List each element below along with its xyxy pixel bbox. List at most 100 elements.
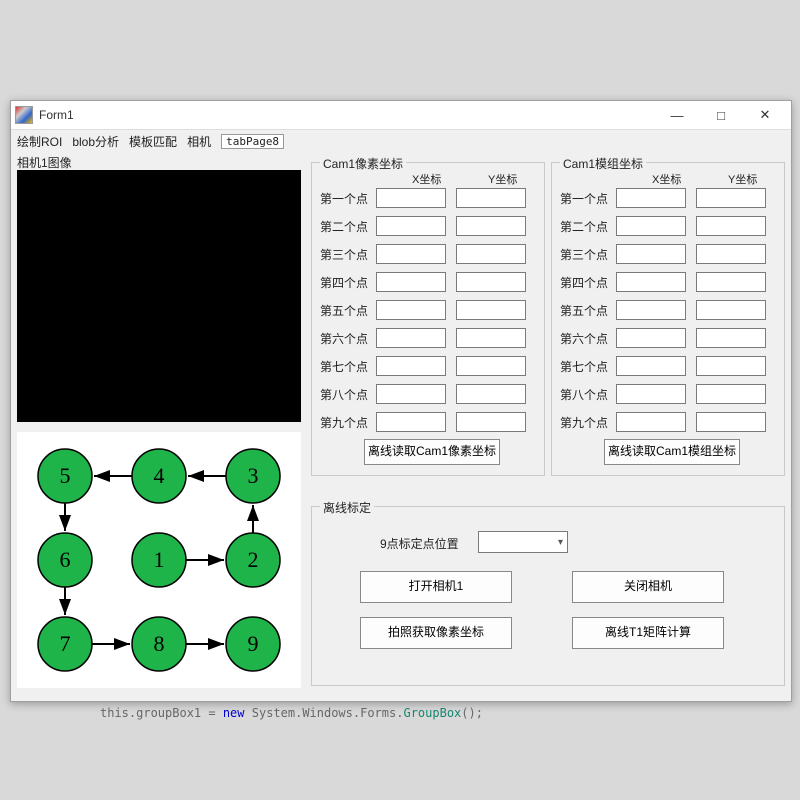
module-x-input[interactable] <box>616 216 686 236</box>
app-window: Form1 — □ ✕ 绘制ROI blob分析 模板匹配 相机 tabPage… <box>10 100 792 702</box>
svg-text:2: 2 <box>248 547 259 572</box>
tab-page-8[interactable]: tabPage8 <box>221 134 284 149</box>
pixel-coord-group: Cam1像素坐标 X坐标 Y坐标 第一个点第二个点第三个点第四个点第五个点第六个… <box>311 162 545 476</box>
module-row: 第五个点 <box>560 299 776 321</box>
pixel-y-input[interactable] <box>456 412 526 432</box>
module-group-title: Cam1模组坐标 <box>560 155 646 172</box>
pixel-row: 第六个点 <box>320 327 536 349</box>
module-y-input[interactable] <box>696 216 766 236</box>
module-row-label: 第五个点 <box>560 302 616 319</box>
pixel-y-header: Y坐标 <box>488 171 517 187</box>
svg-text:7: 7 <box>60 631 71 656</box>
minimize-button[interactable]: — <box>655 101 699 129</box>
module-x-input[interactable] <box>616 244 686 264</box>
read-module-button[interactable]: 离线读取Cam1模组坐标 <box>604 439 740 465</box>
module-row-label: 第一个点 <box>560 190 616 207</box>
module-row-label: 第八个点 <box>560 386 616 403</box>
pixel-x-input[interactable] <box>376 216 446 236</box>
module-y-input[interactable] <box>696 356 766 376</box>
module-row: 第八个点 <box>560 383 776 405</box>
pixel-x-input[interactable] <box>376 244 446 264</box>
menu-roi[interactable]: 绘制ROI <box>17 133 62 150</box>
module-x-input[interactable] <box>616 328 686 348</box>
cam1-image-view <box>17 170 301 422</box>
read-pixel-button[interactable]: 离线读取Cam1像素坐标 <box>364 439 500 465</box>
pixel-row-label: 第七个点 <box>320 358 376 375</box>
pixel-y-input[interactable] <box>456 272 526 292</box>
pixel-x-input[interactable] <box>376 188 446 208</box>
pixel-row: 第三个点 <box>320 243 536 265</box>
pixel-y-input[interactable] <box>456 384 526 404</box>
pixel-y-input[interactable] <box>456 328 526 348</box>
module-x-header: X坐标 <box>652 171 681 187</box>
pixel-x-input[interactable] <box>376 412 446 432</box>
module-y-input[interactable] <box>696 412 766 432</box>
menu-blob[interactable]: blob分析 <box>72 133 119 150</box>
close-camera-button[interactable]: 关闭相机 <box>572 571 724 603</box>
maximize-button[interactable]: □ <box>699 101 743 129</box>
module-y-input[interactable] <box>696 244 766 264</box>
capture-pixel-button[interactable]: 拍照获取像素坐标 <box>360 617 512 649</box>
pixel-row-label: 第三个点 <box>320 246 376 263</box>
menubar: 绘制ROI blob分析 模板匹配 相机 tabPage8 <box>11 130 791 152</box>
titlebar: Form1 — □ ✕ <box>11 101 791 130</box>
module-coord-group: Cam1模组坐标 X坐标 Y坐标 第一个点第二个点第三个点第四个点第五个点第六个… <box>551 162 785 476</box>
window-title: Form1 <box>39 108 74 122</box>
module-row: 第七个点 <box>560 355 776 377</box>
pixel-x-input[interactable] <box>376 356 446 376</box>
menu-template[interactable]: 模板匹配 <box>129 133 177 150</box>
module-row-label: 第四个点 <box>560 274 616 291</box>
close-button[interactable]: ✕ <box>743 101 787 129</box>
module-y-input[interactable] <box>696 300 766 320</box>
module-x-input[interactable] <box>616 272 686 292</box>
module-y-input[interactable] <box>696 272 766 292</box>
pixel-x-input[interactable] <box>376 384 446 404</box>
pixel-row-label: 第八个点 <box>320 386 376 403</box>
pixel-row-label: 第五个点 <box>320 302 376 319</box>
module-row: 第六个点 <box>560 327 776 349</box>
module-row-label: 第六个点 <box>560 330 616 347</box>
offline-group-title: 离线标定 <box>320 499 374 516</box>
pixel-y-input[interactable] <box>456 356 526 376</box>
pixel-x-input[interactable] <box>376 300 446 320</box>
pixel-row-label: 第二个点 <box>320 218 376 235</box>
pixel-row: 第八个点 <box>320 383 536 405</box>
module-row-label: 第七个点 <box>560 358 616 375</box>
pixel-row: 第二个点 <box>320 215 536 237</box>
content-area: 相机1图像 5 4 3 6 1 2 7 8 9 <box>11 152 791 701</box>
pixel-y-input[interactable] <box>456 244 526 264</box>
module-x-input[interactable] <box>616 188 686 208</box>
pixel-row-label: 第一个点 <box>320 190 376 207</box>
menu-camera[interactable]: 相机 <box>187 133 211 150</box>
module-y-input[interactable] <box>696 384 766 404</box>
pixel-y-input[interactable] <box>456 188 526 208</box>
open-camera-button[interactable]: 打开相机1 <box>360 571 512 603</box>
module-x-input[interactable] <box>616 356 686 376</box>
pixel-row: 第一个点 <box>320 187 536 209</box>
cam1-image-label: 相机1图像 <box>17 154 72 171</box>
module-x-input[interactable] <box>616 300 686 320</box>
pixel-x-header: X坐标 <box>412 171 441 187</box>
pixel-x-input[interactable] <box>376 272 446 292</box>
module-x-input[interactable] <box>616 412 686 432</box>
module-row: 第三个点 <box>560 243 776 265</box>
module-y-input[interactable] <box>696 188 766 208</box>
pixel-row: 第七个点 <box>320 355 536 377</box>
calc-matrix-button[interactable]: 离线T1矩阵计算 <box>572 617 724 649</box>
background-code-line: this.groupBox1 = new System.Windows.Form… <box>100 706 483 720</box>
pixel-x-input[interactable] <box>376 328 446 348</box>
pixel-row-label: 第六个点 <box>320 330 376 347</box>
pixel-y-input[interactable] <box>456 300 526 320</box>
module-x-input[interactable] <box>616 384 686 404</box>
pixel-y-input[interactable] <box>456 216 526 236</box>
module-y-input[interactable] <box>696 328 766 348</box>
nine-point-combo[interactable]: ▾ <box>478 531 568 553</box>
pixel-group-title: Cam1像素坐标 <box>320 155 406 172</box>
svg-text:8: 8 <box>154 631 165 656</box>
module-row: 第九个点 <box>560 411 776 433</box>
module-row-label: 第九个点 <box>560 414 616 431</box>
svg-text:6: 6 <box>60 547 71 572</box>
module-row: 第一个点 <box>560 187 776 209</box>
svg-text:5: 5 <box>60 463 71 488</box>
pixel-row: 第四个点 <box>320 271 536 293</box>
